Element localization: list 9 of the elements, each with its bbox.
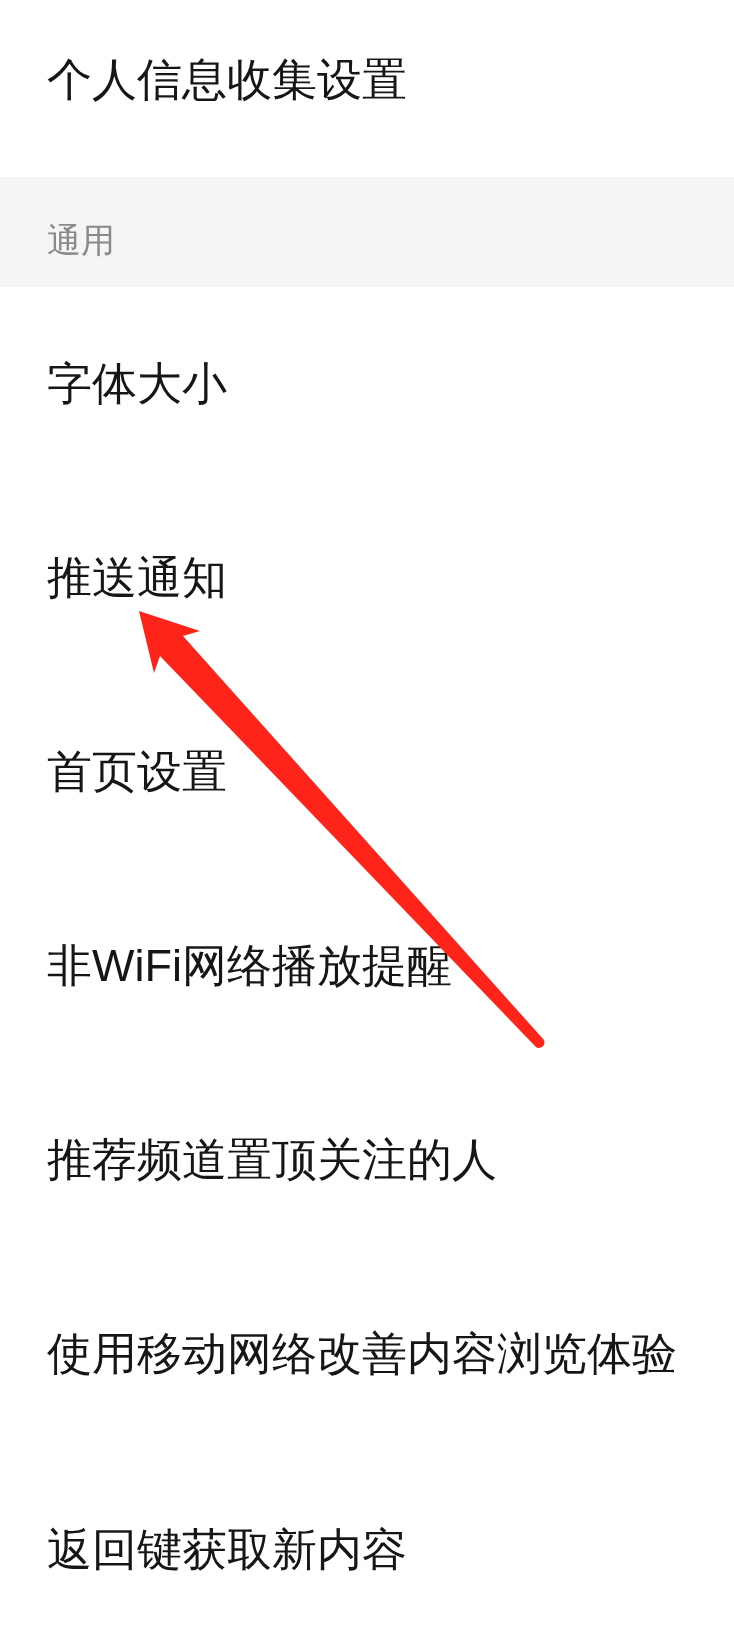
settings-item[interactable]: 推荐频道置顶关注的人 <box>0 1063 734 1257</box>
settings-item[interactable]: 返回键获取新内容 <box>0 1451 734 1622</box>
settings-item[interactable]: 字体大小 <box>0 287 734 481</box>
section-header: 通用 <box>0 177 734 287</box>
settings-item[interactable]: 个人信息收集设置 <box>0 0 734 177</box>
settings-item[interactable]: 首页设置 <box>0 675 734 869</box>
settings-item[interactable]: 非WiFi网络播放提醒 <box>0 869 734 1063</box>
settings-item[interactable]: 使用移动网络改善内容浏览体验 <box>0 1257 734 1451</box>
settings-item[interactable]: 推送通知 <box>0 481 734 675</box>
